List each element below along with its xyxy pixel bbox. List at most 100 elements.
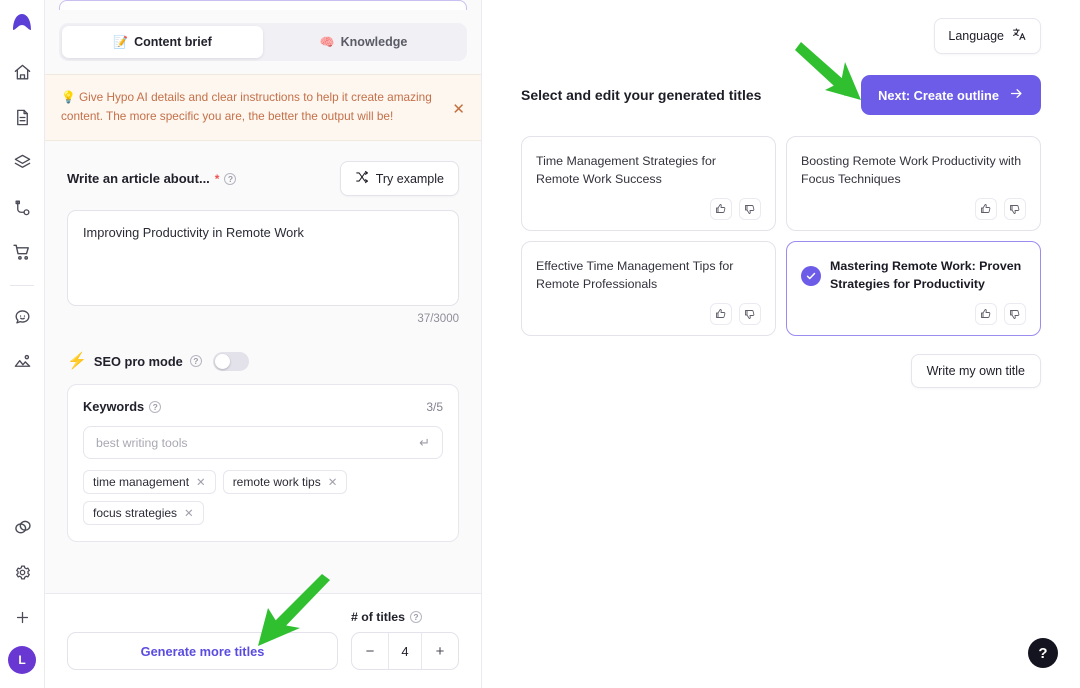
keyword-tag-label: time management (93, 475, 190, 490)
tab-knowledge[interactable]: 🧠 Knowledge (263, 26, 464, 58)
required-mark: * (214, 171, 220, 186)
brain-icon: 🧠 (319, 35, 335, 49)
thumbs-down-icon[interactable] (1004, 303, 1026, 325)
help-fab-button[interactable]: ? (1028, 638, 1058, 668)
language-row: Language (521, 0, 1041, 54)
try-example-button[interactable]: Try example (339, 161, 459, 197)
generate-more-titles-button[interactable]: Generate more titles (67, 632, 338, 670)
info-banner: 💡 Give Hypo AI details and clear instruc… (45, 74, 481, 142)
thumbs-up-icon[interactable] (710, 198, 732, 220)
article-textarea[interactable]: Improving Productivity in Remote Work (67, 210, 459, 307)
own-title-row: Write my own title (521, 354, 1041, 388)
tab-content-brief[interactable]: 📝 Content brief (62, 26, 263, 58)
title-card-body: Boosting Remote Work Productivity with F… (801, 150, 1026, 192)
left-panel: 📝 Content brief 🧠 Knowledge 💡 Give Hypo … (45, 0, 482, 688)
title-card-selected[interactable]: Mastering Remote Work: Proven Strategies… (786, 241, 1041, 336)
lightning-icon: ⚡ (67, 353, 87, 371)
title-card[interactable]: Time Management Strategies for Remote Wo… (521, 136, 776, 231)
sidebar-item-chat[interactable] (6, 300, 38, 332)
keywords-help-icon[interactable]: ? (149, 400, 162, 413)
thumbs-down-icon[interactable] (739, 303, 761, 325)
page-title: Write an article about... (67, 171, 210, 187)
right-panel: Language Select and edit your generated … (482, 0, 1080, 688)
next-button-label: Next: Create outline (878, 87, 999, 103)
thumbs-down-icon[interactable] (1004, 198, 1026, 220)
sidebar-item-home[interactable] (6, 56, 38, 88)
right-panel-heading: Select and edit your generated titles (521, 87, 762, 103)
title-card-actions (801, 198, 1026, 220)
arrow-right-icon (1009, 86, 1024, 104)
sidebar-item-settings[interactable] (6, 556, 38, 588)
thumbs-up-icon[interactable] (975, 198, 997, 220)
remove-tag-icon[interactable]: ✕ (328, 475, 338, 489)
quantity-value[interactable]: 4 (388, 633, 422, 669)
thumbs-up-icon[interactable] (975, 303, 997, 325)
question-mark-icon: ? (1038, 644, 1048, 662)
keyword-tag[interactable]: remote work tips ✕ (222, 470, 348, 495)
article-section: Write an article about... * ? Try exampl… (45, 141, 481, 543)
quantity-stepper: − 4 + (351, 632, 459, 670)
hypo-logo-icon[interactable] (7, 8, 37, 38)
remove-tag-icon[interactable]: ✕ (184, 506, 194, 520)
lightbulb-icon: 💡 (61, 90, 76, 104)
title-card-body: Mastering Remote Work: Proven Strategies… (801, 255, 1026, 297)
shuffle-icon (355, 170, 369, 187)
sidebar-item-images[interactable] (6, 345, 38, 377)
write-my-own-title-label: Write my own title (926, 364, 1025, 378)
title-card[interactable]: Effective Time Management Tips for Remot… (521, 241, 776, 336)
sidebar-divider (10, 285, 34, 286)
keyword-input-placeholder: best writing tools (96, 435, 188, 450)
title-card-text: Boosting Remote Work Productivity with F… (801, 154, 1022, 186)
article-textarea-value: Improving Productivity in Remote Work (83, 225, 304, 241)
article-field-header: Write an article about... * ? Try exampl… (67, 161, 459, 197)
keyword-tag[interactable]: focus strategies ✕ (83, 501, 204, 526)
try-example-label: Try example (375, 171, 444, 186)
help-icon[interactable]: ? (224, 172, 237, 185)
title-card-actions (536, 303, 761, 325)
remove-tag-icon[interactable]: ✕ (196, 475, 206, 489)
next-create-outline-button[interactable]: Next: Create outline (861, 75, 1041, 115)
decrement-button[interactable]: − (352, 633, 388, 669)
thumbs-down-icon[interactable] (739, 198, 761, 220)
keyword-tag-label: remote work tips (232, 475, 321, 490)
left-panel-footer: Generate more titles # of titles ? − 4 + (45, 593, 481, 688)
translate-icon (1012, 27, 1027, 45)
title-card-text: Effective Time Management Tips for Remot… (536, 259, 734, 291)
article-field-label-group: Write an article about... * ? (67, 171, 237, 187)
tab-content-brief-label: Content brief (134, 35, 212, 49)
sidebar-item-documents[interactable] (6, 101, 38, 133)
right-panel-header: Select and edit your generated titles Ne… (521, 75, 1041, 115)
top-panel-stub (59, 0, 467, 10)
sidebar-item-layers[interactable] (6, 146, 38, 178)
seo-pro-mode-toggle[interactable] (212, 351, 249, 371)
keywords-label: Keywords (83, 399, 145, 415)
sidebar-item-add[interactable] (6, 601, 38, 633)
language-button[interactable]: Language (934, 18, 1041, 54)
titles-count-control: # of titles ? − 4 + (351, 610, 459, 670)
close-icon[interactable]: ✕ (452, 88, 465, 117)
title-card-body: Time Management Strategies for Remote Wo… (536, 150, 761, 192)
sidebar-item-workflows[interactable] (6, 191, 38, 223)
sidebar: L (0, 0, 45, 688)
title-card-text: Time Management Strategies for Remote Wo… (536, 154, 716, 186)
generate-more-titles-label: Generate more titles (140, 643, 265, 659)
info-banner-message: Give Hypo AI details and clear instructi… (61, 90, 432, 124)
keywords-card: Keywords ? 3/5 best writing tools ↵ time… (67, 384, 459, 543)
enter-return-icon: ↵ (419, 434, 430, 450)
titles-count-label-group: # of titles ? (351, 610, 422, 624)
check-circle-icon (801, 266, 821, 286)
seo-help-icon[interactable]: ? (189, 355, 202, 368)
keyword-tag-list: time management ✕ remote work tips ✕ foc… (83, 470, 443, 526)
keyword-tag[interactable]: time management ✕ (83, 470, 216, 495)
sidebar-item-integrations[interactable] (6, 511, 38, 543)
write-my-own-title-button[interactable]: Write my own title (910, 354, 1041, 388)
titles-help-icon[interactable]: ? (409, 611, 422, 623)
avatar[interactable]: L (8, 646, 36, 674)
thumbs-up-icon[interactable] (710, 303, 732, 325)
title-card[interactable]: Boosting Remote Work Productivity with F… (786, 136, 1041, 231)
keywords-header: Keywords ? 3/5 (83, 399, 443, 414)
increment-button[interactable]: + (422, 633, 458, 669)
seo-pro-mode-label: SEO pro mode (93, 353, 183, 369)
sidebar-item-store[interactable] (6, 236, 38, 268)
keyword-input[interactable]: best writing tools ↵ (83, 426, 443, 460)
